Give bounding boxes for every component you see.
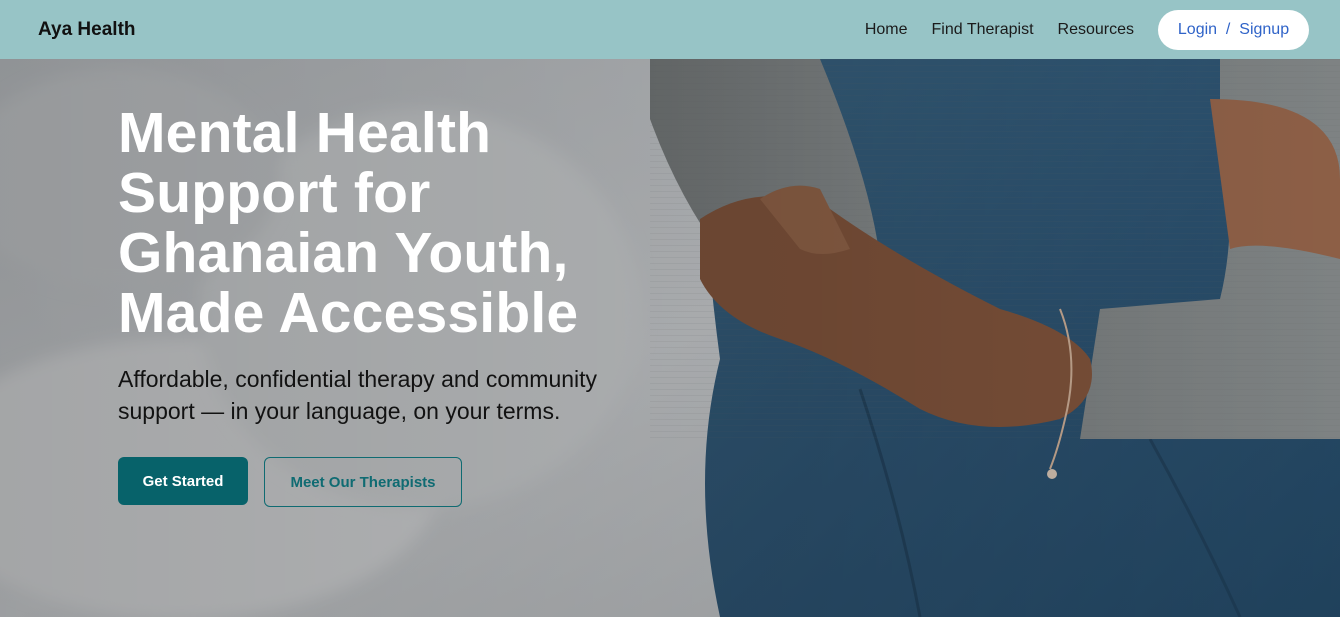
- hero-content: Mental Health Support for Ghanaian Youth…: [118, 103, 678, 507]
- hero-section: Mental Health Support for Ghanaian Youth…: [0, 59, 1340, 617]
- hero-title-line: Made Accessible: [118, 281, 579, 345]
- get-started-button[interactable]: Get Started: [118, 457, 248, 505]
- hero-title-line: Support for: [118, 161, 431, 225]
- hero-title-line: Ghanaian Youth,: [118, 221, 569, 285]
- hero-actions: Get Started Meet Our Therapists: [118, 457, 678, 507]
- meet-therapists-button[interactable]: Meet Our Therapists: [264, 457, 462, 507]
- nav-links: Home Find Therapist Resources Login / Si…: [865, 9, 1309, 50]
- hero-title: Mental Health Support for Ghanaian Youth…: [118, 103, 678, 343]
- login-signup-button[interactable]: Login / Signup: [1158, 9, 1309, 50]
- nav-link-home[interactable]: Home: [865, 21, 908, 39]
- nav-link-resources[interactable]: Resources: [1058, 21, 1134, 39]
- nav-link-find-therapist[interactable]: Find Therapist: [932, 21, 1034, 39]
- hero-title-line: Mental Health: [118, 101, 492, 165]
- hero-subtitle: Affordable, confidential therapy and com…: [118, 366, 598, 424]
- top-navbar: Aya Health Home Find Therapist Resources…: [0, 0, 1340, 59]
- brand-logo[interactable]: Aya Health: [38, 19, 136, 41]
